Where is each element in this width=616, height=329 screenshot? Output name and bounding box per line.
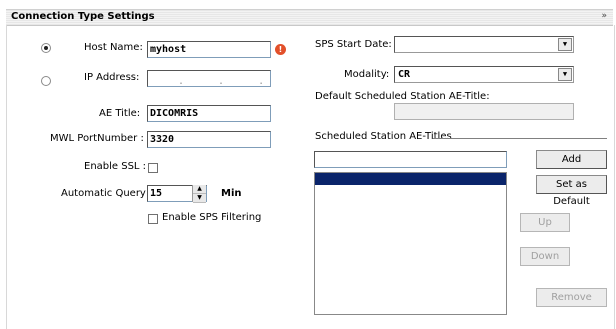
sps-filtering-label: Enable SPS Filtering (162, 212, 262, 223)
ip-address-label: IP Address: (84, 72, 140, 83)
automatic-query-unit: Min (221, 188, 242, 199)
spin-up-icon[interactable]: ▲ (193, 185, 206, 194)
quantity-stepper[interactable]: ▲ ▼ (192, 185, 206, 203)
set-default-button[interactable]: Set as Default (536, 175, 607, 207)
modality-value: CR (398, 69, 411, 80)
list-item[interactable] (315, 173, 506, 185)
automatic-query-label: Automatic Query : (61, 188, 153, 199)
enable-ssl-checkbox[interactable] (148, 163, 158, 173)
up-button[interactable]: Up (520, 213, 570, 232)
modality-select[interactable]: CR ▼ (394, 66, 574, 83)
modality-label: Modality: (344, 69, 390, 80)
scheduled-titles-list[interactable] (314, 172, 507, 315)
add-button[interactable]: Add (536, 150, 607, 169)
automatic-query-value: 15 (150, 188, 163, 199)
section-header: Connection Type Settings » (6, 9, 613, 26)
sps-filtering-checkbox[interactable] (148, 214, 158, 224)
chevron-down-icon[interactable]: ▼ (558, 38, 572, 51)
ip-address-field[interactable]: . . . (147, 70, 271, 87)
sps-start-date-label: SPS Start Date: (315, 39, 392, 50)
host-name-radio[interactable] (41, 43, 51, 53)
sps-start-date-select[interactable]: ▼ (394, 36, 574, 53)
spin-down-icon[interactable]: ▼ (193, 194, 206, 203)
default-station-label: Default Scheduled Station AE-Title: (315, 91, 490, 102)
enable-ssl-label: Enable SSL : (84, 161, 147, 172)
scheduled-titles-label: Scheduled Station AE-Titles (315, 131, 452, 142)
mwl-port-field[interactable]: 3320 (147, 131, 271, 148)
new-title-field[interactable] (314, 151, 507, 168)
group-divider (433, 138, 607, 139)
ae-title-field[interactable]: DICOMRIS (147, 105, 271, 122)
warning-icon: ! (275, 44, 286, 55)
host-name-field[interactable]: myhost (147, 41, 271, 58)
section-title: Connection Type Settings (11, 11, 155, 22)
down-button[interactable]: Down (520, 247, 570, 266)
remove-button[interactable]: Remove (536, 288, 607, 307)
collapse-icon[interactable]: » (601, 11, 607, 21)
default-station-field (394, 103, 574, 120)
ae-title-label: AE Title: (99, 108, 141, 119)
mwl-port-label: MWL PortNumber : (50, 133, 144, 144)
chevron-down-icon[interactable]: ▼ (558, 68, 572, 81)
ip-address-radio[interactable] (41, 76, 51, 86)
host-name-label: Host Name: (84, 42, 143, 53)
